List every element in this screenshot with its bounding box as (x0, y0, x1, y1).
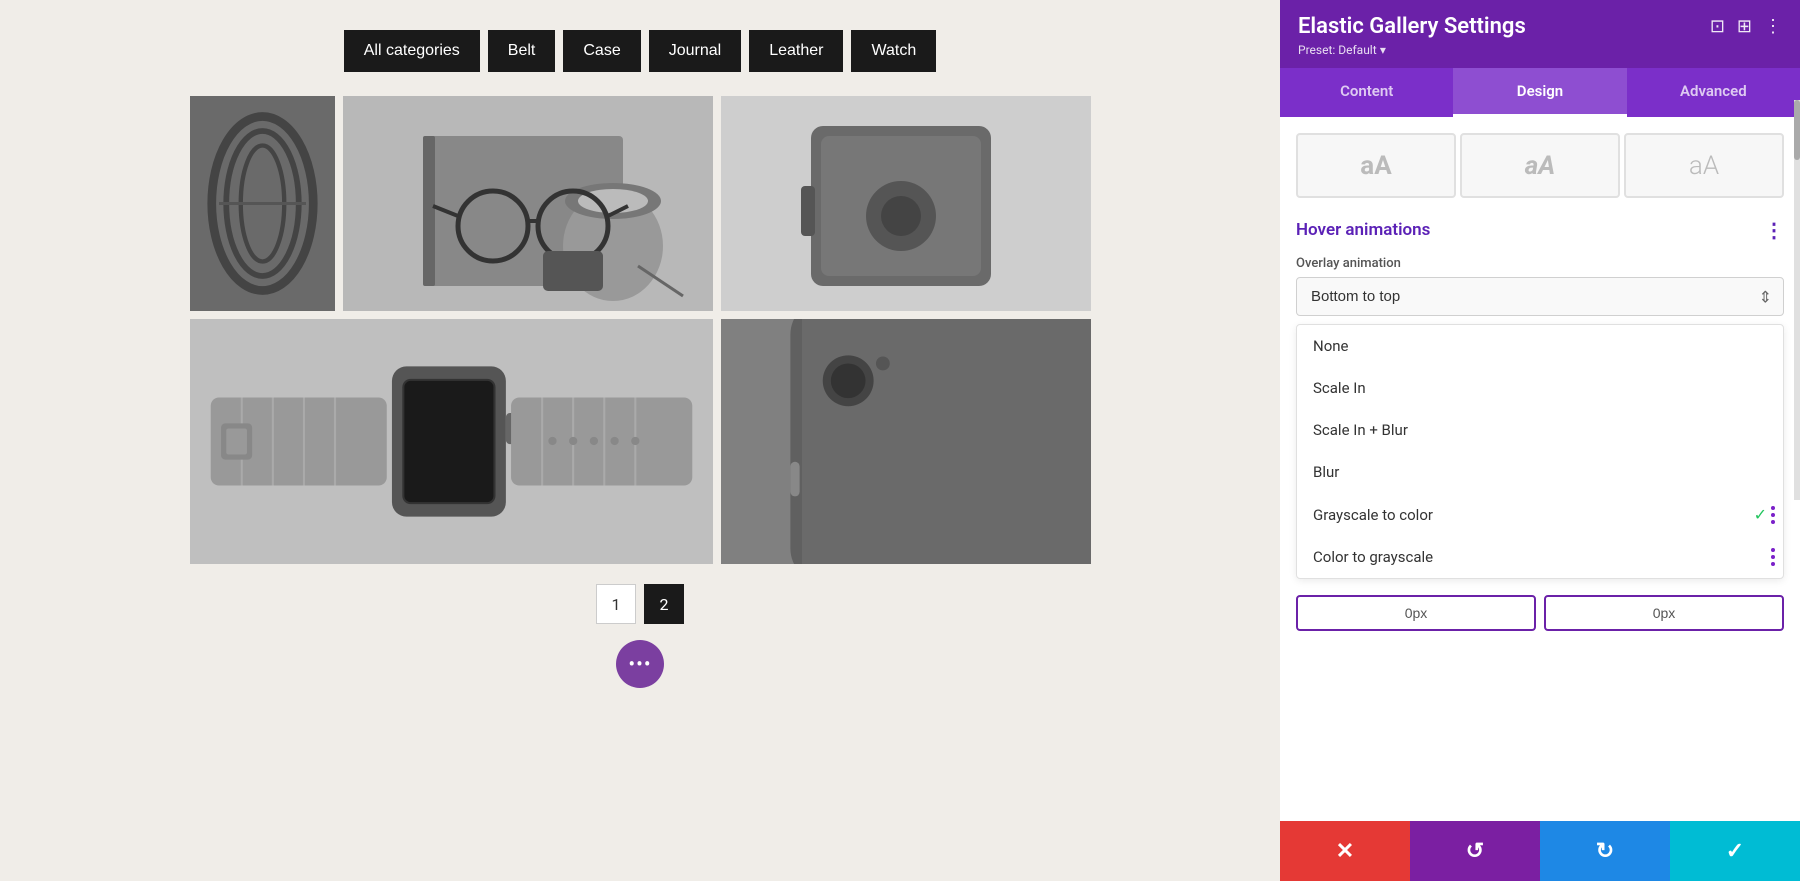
screen-icon[interactable]: ⊡ (1710, 16, 1725, 37)
settings-panel: Elastic Gallery Settings ⊡ ⊞ ⋮ Preset: D… (1280, 0, 1800, 881)
hover-animations-header: Hover animations ⋮ (1296, 218, 1784, 242)
dropdown-item-color-to-grayscale[interactable]: Color to grayscale (1297, 536, 1783, 578)
preset-label[interactable]: Preset: Default ▾ (1298, 43, 1782, 58)
fab-button[interactable]: ••• (616, 640, 664, 688)
filter-buttons: All categories Belt Case Journal Leather… (344, 30, 936, 72)
page-btn-1[interactable]: 1 (596, 584, 636, 624)
tab-design[interactable]: Design (1453, 68, 1626, 117)
confirm-button[interactable]: ✓ (1670, 821, 1800, 881)
panel-content: aA aA aA Hover animations ⋮ Overlay anim… (1280, 117, 1800, 821)
dropdown-item-none[interactable]: None (1297, 325, 1783, 367)
typo-light-label: aA (1689, 151, 1719, 181)
dropdown-item-scale-in[interactable]: Scale In (1297, 367, 1783, 409)
selected-check-icon: ✓ (1754, 505, 1767, 524)
dropdown-item-blur[interactable]: Blur (1297, 451, 1783, 493)
filter-btn-belt[interactable]: Belt (488, 30, 556, 72)
typo-bold-label: aA (1360, 151, 1391, 181)
dropdown-item-scale-in-blur[interactable]: Scale In + Blur (1297, 409, 1783, 451)
gallery-grid (190, 96, 1090, 564)
panel-header-icons: ⊡ ⊞ ⋮ (1710, 16, 1782, 37)
overlay-animation-select-wrapper: Bottom to top ⇕ (1296, 277, 1784, 316)
tab-advanced[interactable]: Advanced (1627, 68, 1800, 117)
filter-btn-all[interactable]: All categories (344, 30, 480, 72)
typo-italic-label: aA (1525, 151, 1555, 181)
tab-content[interactable]: Content (1280, 68, 1453, 117)
panel-header: Elastic Gallery Settings ⊡ ⊞ ⋮ Preset: D… (1280, 0, 1800, 68)
gallery-item-2[interactable] (343, 96, 713, 311)
item-more-icon[interactable] (1771, 506, 1775, 524)
undo-button[interactable]: ↺ (1410, 821, 1540, 881)
hover-animations-more[interactable]: ⋮ (1764, 218, 1784, 242)
typo-option-italic[interactable]: aA (1460, 133, 1620, 198)
item-more-icon-2[interactable] (1771, 548, 1775, 566)
filter-btn-watch[interactable]: Watch (851, 30, 936, 72)
input-row (1296, 595, 1784, 631)
hover-animations-title: Hover animations (1296, 220, 1430, 240)
scrollbar-thumb (1794, 100, 1800, 160)
panel-title: Elastic Gallery Settings (1298, 14, 1526, 39)
more-options-icon[interactable]: ⋮ (1764, 16, 1782, 37)
panel-tabs: Content Design Advanced (1280, 68, 1800, 117)
pagination: 1 2 (596, 584, 684, 624)
typography-options: aA aA aA (1296, 133, 1784, 198)
dropdown-item-grayscale-to-color[interactable]: Grayscale to color ✓ (1297, 493, 1783, 536)
typo-option-light[interactable]: aA (1624, 133, 1784, 198)
cancel-button[interactable]: ✕ (1280, 821, 1410, 881)
right-input[interactable] (1544, 595, 1784, 631)
gallery-item-1[interactable] (190, 96, 335, 311)
gallery-item-4[interactable] (190, 319, 713, 564)
filter-btn-leather[interactable]: Leather (749, 30, 843, 72)
layout-icon[interactable]: ⊞ (1737, 16, 1752, 37)
panel-scrollbar[interactable] (1794, 100, 1800, 500)
typo-option-bold[interactable]: aA (1296, 133, 1456, 198)
filter-btn-case[interactable]: Case (563, 30, 640, 72)
left-input[interactable] (1296, 595, 1536, 631)
filter-btn-journal[interactable]: Journal (649, 30, 741, 72)
page-btn-2[interactable]: 2 (644, 584, 684, 624)
gallery-item-5[interactable] (721, 319, 1091, 564)
overlay-animation-select[interactable]: Bottom to top (1296, 277, 1784, 316)
dropdown-list: None Scale In Scale In + Blur Blur Grays… (1296, 324, 1784, 579)
gallery-item-3[interactable] (721, 96, 1091, 311)
canvas-area: All categories Belt Case Journal Leather… (0, 0, 1280, 881)
redo-button[interactable]: ↻ (1540, 821, 1670, 881)
panel-actions: ✕ ↺ ↻ ✓ (1280, 821, 1800, 881)
overlay-animation-label: Overlay animation (1296, 256, 1784, 271)
